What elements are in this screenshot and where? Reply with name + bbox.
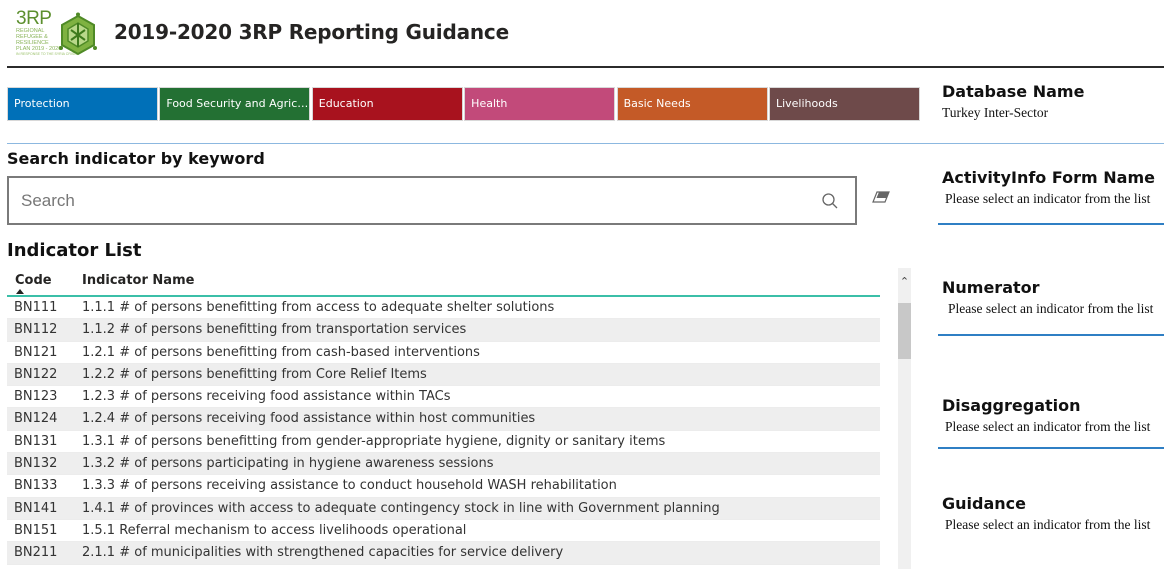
- numerator-value: Please select an indicator from the list: [948, 301, 1154, 316]
- table-row[interactable]: BN122 1.2.2 # of persons benefitting from…: [7, 363, 880, 387]
- row-name: 1.3.1 # of persons benefitting from gend…: [82, 433, 666, 449]
- database-name-value: Turkey Inter-Sector: [942, 105, 1049, 120]
- row-name: 1.2.2 # of persons benefitting from Core…: [82, 366, 427, 382]
- table-header: Code Indicator Name: [7, 268, 880, 297]
- table-body: BN111 1.1.1 # of persons benefitting from…: [7, 297, 880, 565]
- table-row[interactable]: BN123 1.2.3 # of persons receiving food a…: [7, 386, 880, 409]
- 3rp-logo: 3RP REGIONAL REFUGEE & RESILIENCE PLAN 2…: [14, 9, 98, 64]
- search-label: Search indicator by keyword: [7, 149, 265, 168]
- row-name: 1.5.1 Referral mechanism to access livel…: [82, 522, 467, 538]
- eraser-icon[interactable]: [871, 189, 891, 205]
- indicator-table: Code Indicator Name BN111 1.1.1 # of pers…: [7, 268, 880, 565]
- page-title: 2019-2020 3RP Reporting Guidance: [114, 20, 509, 44]
- row-code: BN131: [14, 433, 58, 449]
- row-name: 1.1.2 # of persons benefitting from tran…: [82, 322, 467, 338]
- numerator-title: Numerator: [942, 278, 1040, 297]
- table-row[interactable]: BN133 1.3.3 # of persons receiving assist…: [7, 475, 880, 498]
- form-name-value: Please select an indicator from the list: [945, 191, 1151, 206]
- tab-protection[interactable]: Protection: [7, 87, 158, 121]
- search-icon[interactable]: [821, 192, 839, 210]
- search-input[interactable]: [21, 188, 801, 214]
- numerator-section: Numerator Please select an indicator fro…: [938, 278, 1164, 317]
- search-box: [7, 176, 857, 225]
- row-code: BN211: [14, 545, 58, 561]
- row-code: BN141: [14, 500, 58, 516]
- form-name-divider: [938, 223, 1164, 225]
- disaggregation-divider: [938, 447, 1164, 449]
- disaggregation-title: Disaggregation: [942, 396, 1081, 415]
- sort-ascending-icon: [16, 289, 24, 294]
- header-divider: [7, 66, 1164, 68]
- logo-emblem-icon: [59, 12, 97, 56]
- table-row[interactable]: BN124 1.2.4 # of persons receiving food a…: [7, 408, 880, 431]
- tab-health[interactable]: Health: [464, 87, 616, 121]
- row-code: BN151: [14, 522, 58, 538]
- table-row[interactable]: BN131 1.3.1 # of persons benefitting from…: [7, 431, 880, 454]
- guidance-title: Guidance: [942, 494, 1026, 513]
- database-name-title: Database Name: [942, 82, 1085, 101]
- sector-tabs: Protection Food Security and Agriculture…: [7, 87, 921, 121]
- guidance-section: Guidance Please select an indicator from…: [938, 494, 1164, 533]
- row-code: BN124: [14, 411, 58, 427]
- table-row[interactable]: BN151 1.5.1 Referral mechanism to access …: [7, 520, 880, 543]
- table-row[interactable]: BN111 1.1.1 # of persons benefitting from…: [7, 297, 880, 320]
- column-header-name[interactable]: Indicator Name: [82, 273, 194, 288]
- form-name-title: ActivityInfo Form Name: [942, 168, 1155, 187]
- column-header-code[interactable]: Code: [15, 273, 52, 288]
- table-row[interactable]: BN112 1.1.2 # of persons benefitting from…: [7, 319, 880, 342]
- row-code: BN121: [14, 344, 58, 360]
- row-name: 1.1.1 # of persons benefitting from acce…: [82, 300, 555, 315]
- indicator-list-title: Indicator List: [7, 240, 142, 261]
- database-name-section: Database Name Turkey Inter-Sector: [938, 82, 1164, 121]
- scroll-thumb[interactable]: [898, 303, 911, 359]
- tab-livelihoods[interactable]: Livelihoods: [768, 87, 920, 121]
- numerator-divider: [938, 334, 1164, 336]
- tab-education[interactable]: Education: [311, 87, 463, 121]
- row-code: BN111: [14, 300, 58, 315]
- table-row[interactable]: BN141 1.4.1 # of provinces with access to…: [7, 497, 880, 520]
- tab-food-security[interactable]: Food Security and Agriculture: [159, 87, 311, 121]
- row-name: 1.2.4 # of persons receiving food assist…: [82, 411, 536, 427]
- row-name: 1.2.3 # of persons receiving food assist…: [82, 389, 451, 405]
- disaggregation-section: Disaggregation Please select an indicato…: [938, 396, 1164, 435]
- form-name-section: ActivityInfo Form Name Please select an …: [938, 168, 1164, 207]
- row-name: 1.2.1 # of persons benefitting from cash…: [82, 344, 480, 360]
- row-name: 2.1.1 # of municipalities with strengthe…: [82, 545, 564, 561]
- table-scrollbar[interactable]: ⌃: [898, 268, 911, 569]
- row-code: BN132: [14, 456, 58, 472]
- row-name: 1.4.1 # of provinces with access to adeq…: [82, 500, 720, 516]
- table-row[interactable]: BN132 1.3.2 # of persons participating in…: [7, 453, 880, 476]
- table-row[interactable]: BN211 2.1.1 # of municipalities with stre…: [7, 542, 880, 565]
- section-divider: [7, 143, 1164, 144]
- row-code: BN133: [14, 478, 58, 494]
- row-code: BN112: [14, 322, 58, 338]
- disaggregation-value: Please select an indicator from the list: [945, 419, 1151, 434]
- scroll-up-chevron-icon[interactable]: ⌃: [898, 274, 911, 290]
- table-row[interactable]: BN121 1.2.1 # of persons benefitting from…: [7, 342, 880, 364]
- guidance-value: Please select an indicator from the list: [945, 517, 1151, 532]
- row-code: BN123: [14, 389, 58, 405]
- row-name: 1.3.3 # of persons receiving assistance …: [82, 478, 617, 494]
- row-code: BN122: [14, 366, 58, 382]
- row-name: 1.3.2 # of persons participating in hygi…: [82, 456, 494, 472]
- tab-basic-needs[interactable]: Basic Needs: [616, 87, 768, 121]
